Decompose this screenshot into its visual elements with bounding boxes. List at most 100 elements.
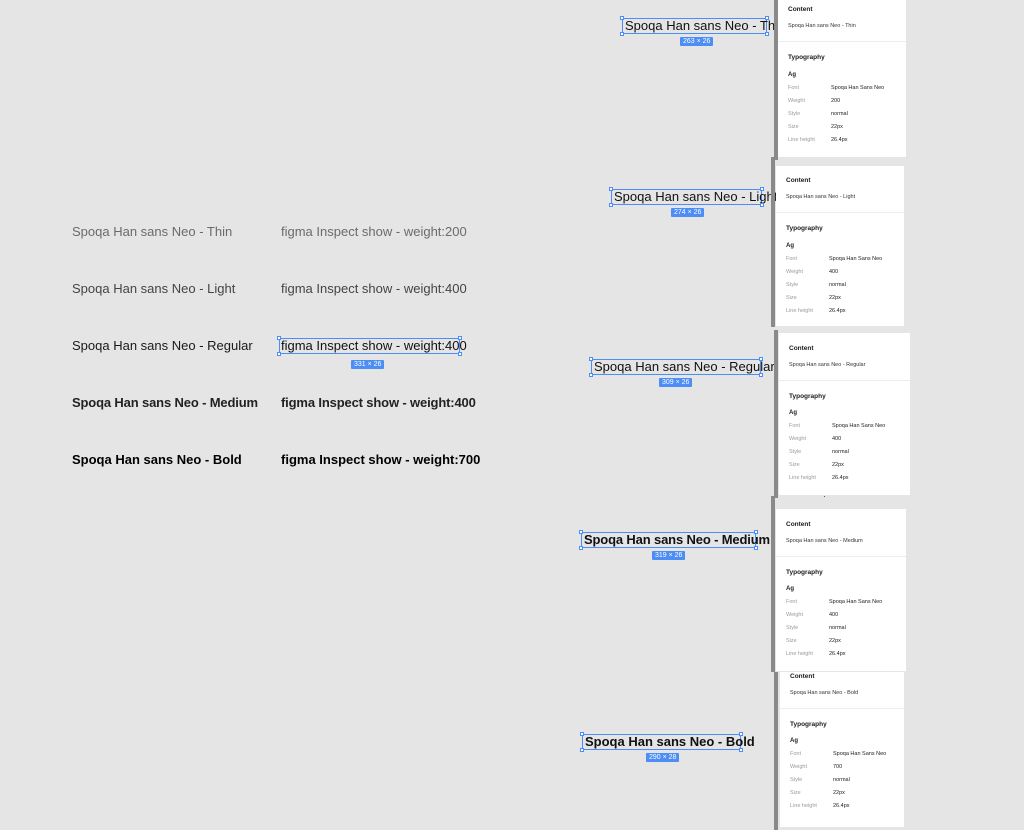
resize-handle[interactable] [580,748,584,752]
font-value[interactable]: Spoqa Han Sans Neo [831,85,884,91]
line-height-key: Line height [790,803,817,809]
specimen-thin[interactable]: Spoqa Han sans Neo - Thin [620,16,785,36]
content-heading: Content [790,673,815,680]
resize-handle[interactable] [739,748,743,752]
specimen-dimension-badge: 290 × 28 [646,753,680,762]
resize-handle[interactable] [760,203,764,207]
row-label-bold: Spoqa Han sans Neo - Bold [72,452,242,467]
specimen-text: Spoqa Han sans Neo - Regular [594,359,775,374]
resize-handle[interactable] [609,203,613,207]
style-value[interactable]: normal [833,777,850,783]
weight-key: Weight [786,612,804,618]
weight-value[interactable]: 400 [829,612,838,618]
resize-handle[interactable] [277,352,281,356]
specimen-text: Spoqa Han sans Neo - Thin [625,18,786,33]
row-note-light[interactable]: figma Inspect show - weight:400 [281,281,467,296]
weight-value[interactable]: 200 [831,98,840,104]
resize-handle[interactable] [580,732,584,736]
style-value[interactable]: normal [829,282,846,288]
resize-handle[interactable] [579,530,583,534]
divider [776,556,906,557]
panel-edge [771,496,775,672]
resize-handle[interactable] [609,187,613,191]
size-value[interactable]: 22px [829,638,841,644]
row-label-thin: Spoqa Han sans Neo - Thin [72,224,233,239]
style-value[interactable]: normal [831,111,848,117]
font-value[interactable]: Spoqa Han Sans Neo [829,256,882,262]
font-value[interactable]: Spoqa Han Sans Neo [833,751,886,757]
weight-key: Weight [790,764,808,770]
typography-heading: Typography [788,54,825,61]
row-note-bold[interactable]: figma Inspect show - weight:700 [281,452,480,467]
content-value[interactable]: Spoqa Han sans Neo - Regular [789,362,865,368]
resize-handle[interactable] [759,357,763,361]
size-value[interactable]: 22px [833,790,845,796]
resize-handle[interactable] [739,732,743,736]
specimen-light[interactable]: Spoqa Han sans Neo - Light [609,187,777,207]
line-height-key: Line height [786,308,813,314]
resize-handle[interactable] [754,530,758,534]
content-value[interactable]: Spoqa Han sans Neo - Thin [788,23,856,29]
resize-handle[interactable] [620,32,624,36]
resize-handle[interactable] [754,546,758,550]
panel-edge [774,672,778,830]
row-label-medium: Spoqa Han sans Neo - Medium [72,395,258,410]
row-note-regular-selected[interactable]: figma Inspect show - weight:400 [277,336,467,356]
resize-handle[interactable] [589,357,593,361]
line-height-value[interactable]: 26.4px [831,137,848,143]
font-value[interactable]: Spoqa Han Sans Neo [829,599,882,605]
size-value[interactable]: 22px [832,462,844,468]
panel-edge [774,330,778,498]
line-height-value[interactable]: 26.4px [833,803,850,809]
stray-dot [824,496,825,497]
specimen-medium[interactable]: Spoqa Han sans Neo - Medium [579,530,770,550]
style-key: Style [786,282,799,288]
line-height-key: Line height [789,475,816,481]
inspect-panel-thin: Content Spoqa Han sans Neo - Thin Typogr… [778,0,906,157]
resize-handle[interactable] [458,336,462,340]
style-value[interactable]: normal [832,449,849,455]
weight-value[interactable]: 400 [832,436,841,442]
resize-handle[interactable] [759,373,763,377]
style-value[interactable]: normal [829,625,846,631]
resize-handle[interactable] [458,352,462,356]
resize-handle[interactable] [277,336,281,340]
size-value[interactable]: 22px [829,295,841,301]
content-value[interactable]: Spoqa Han sans Neo - Bold [790,690,858,696]
resize-handle[interactable] [620,16,624,20]
resize-handle[interactable] [760,187,764,191]
panel-edge [774,0,778,160]
line-height-key: Line height [788,137,815,143]
line-height-value[interactable]: 26.4px [829,308,846,314]
font-preview-ag: Ag [786,243,794,249]
divider [780,708,904,709]
specimen-bold[interactable]: Spoqa Han sans Neo - Bold [580,732,755,752]
weight-value[interactable]: 700 [833,764,842,770]
row-note-thin[interactable]: figma Inspect show - weight:200 [281,224,467,239]
resize-handle[interactable] [765,16,769,20]
selection-dimension-badge: 331 × 26 [351,360,385,369]
specimen-dimension-badge: 319 × 26 [652,551,686,560]
size-value[interactable]: 22px [831,124,843,130]
content-value[interactable]: Spoqa Han sans Neo - Medium [786,538,863,544]
resize-handle[interactable] [589,373,593,377]
size-key: Size [788,124,799,130]
resize-handle[interactable] [579,546,583,550]
line-height-value[interactable]: 26.4px [832,475,849,481]
inspect-panel-light: Content Spoqa Han sans Neo - Light Typog… [776,166,904,326]
row-note-medium[interactable]: figma Inspect show - weight:400 [281,395,476,410]
resize-handle[interactable] [765,32,769,36]
specimen-text: Spoqa Han sans Neo - Medium [584,532,770,547]
inspect-panel-bold: Content Spoqa Han sans Neo - Bold Typogr… [780,672,904,827]
content-heading: Content [786,521,811,528]
line-height-value[interactable]: 26.4px [829,651,846,657]
specimen-regular[interactable]: Spoqa Han sans Neo - Regular [589,357,775,377]
divider [776,212,904,213]
panel-edge [771,157,775,327]
weight-key: Weight [789,436,807,442]
row-label-regular: Spoqa Han sans Neo - Regular [72,338,253,353]
style-key: Style [786,625,799,631]
weight-value[interactable]: 400 [829,269,838,275]
font-value[interactable]: Spoqa Han Sans Neo [832,423,885,429]
content-value[interactable]: Spoqa Han sans Neo - Light [786,194,855,200]
